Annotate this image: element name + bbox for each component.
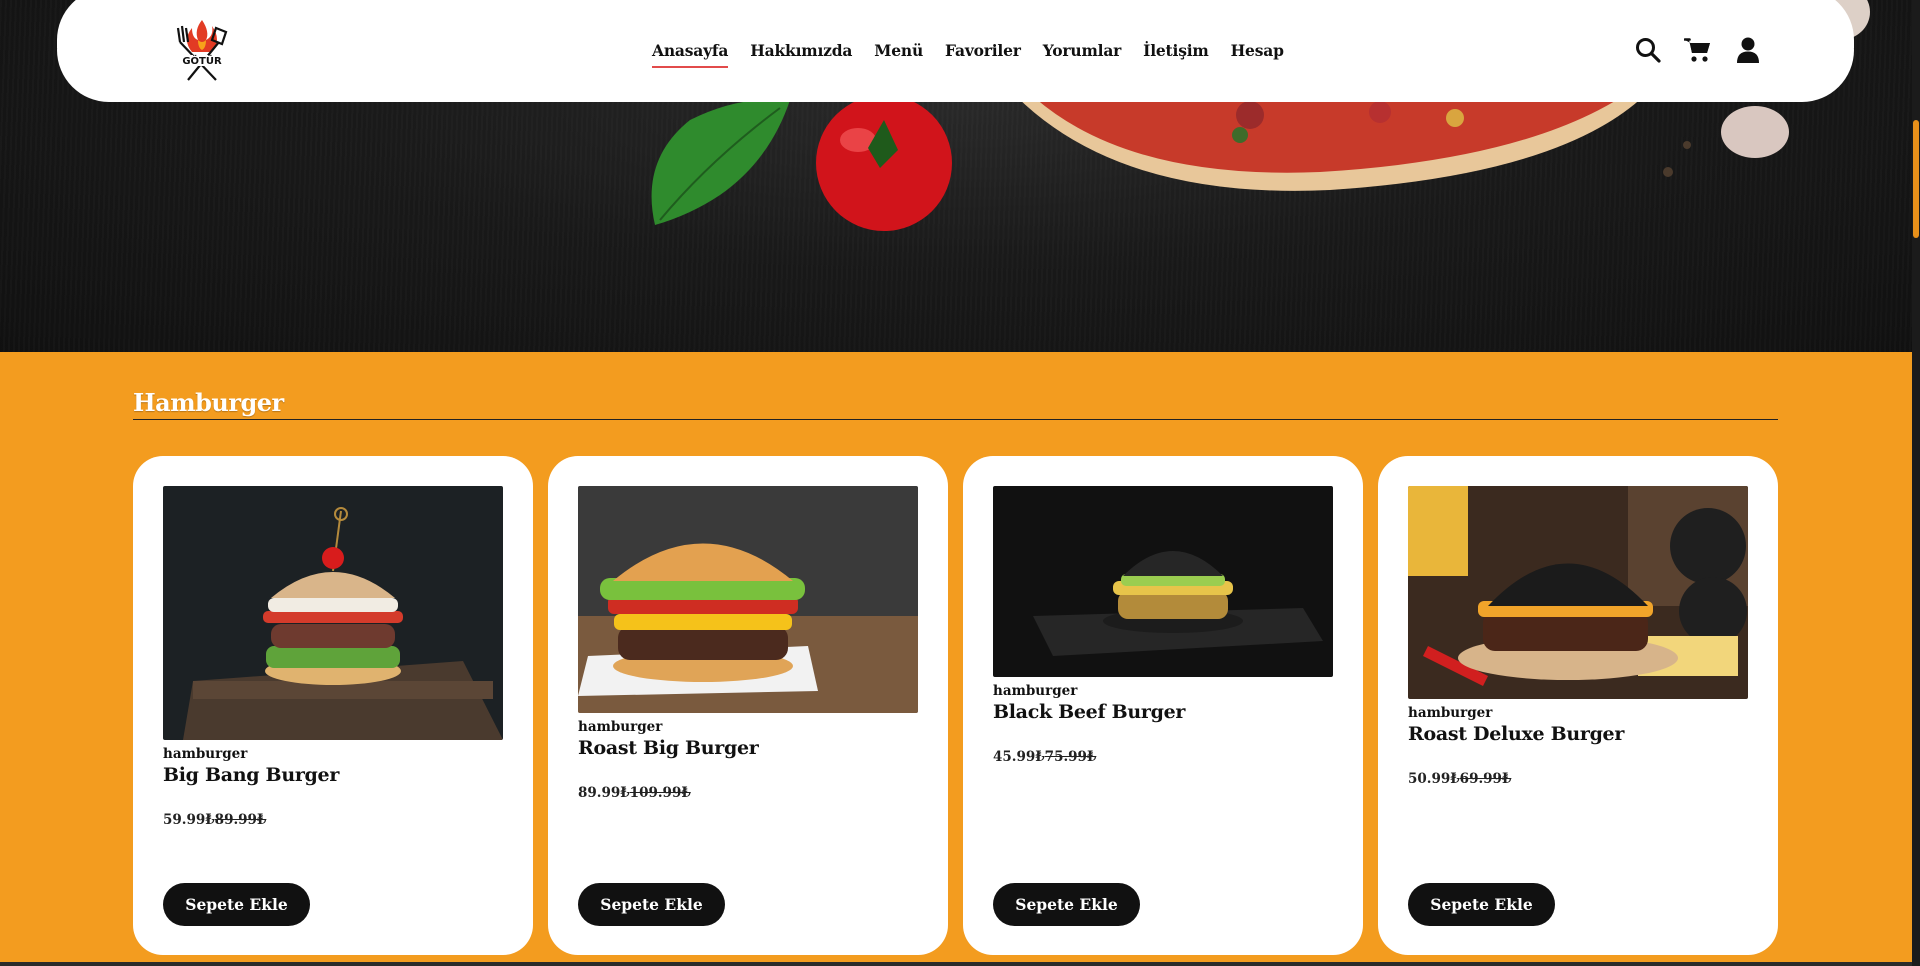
- add-to-cart-button[interactable]: Sepete Ekle: [1408, 883, 1555, 926]
- product-grid: hamburger Big Bang Burger 59.99₺89.99₺ S…: [133, 456, 1778, 955]
- add-to-cart-button[interactable]: Sepete Ekle: [163, 883, 310, 926]
- nav-link-yorumlar[interactable]: Yorumlar: [1043, 35, 1122, 66]
- scrollbar-thumb[interactable]: [1913, 120, 1919, 238]
- nav-link-iletisim[interactable]: İletişim: [1143, 35, 1209, 66]
- current-price: 45.99₺: [993, 749, 1045, 765]
- product-name[interactable]: Black Beef Burger: [993, 701, 1333, 723]
- old-price: 89.99₺: [214, 812, 267, 828]
- old-price: 75.99₺: [1044, 749, 1097, 765]
- nav-link-menu[interactable]: Menü: [874, 35, 923, 66]
- user-icon[interactable]: [1734, 36, 1762, 64]
- product-category: hamburger: [578, 719, 663, 735]
- nav-link-hesap[interactable]: Hesap: [1231, 35, 1284, 66]
- add-to-cart-button[interactable]: Sepete Ekle: [993, 883, 1140, 926]
- product-card: hamburger Roast Big Burger 89.99₺109.99₺…: [548, 456, 948, 955]
- nav-link-favoriler[interactable]: Favoriler: [945, 35, 1021, 66]
- bottom-edge: [0, 962, 1912, 966]
- cart-icon[interactable]: [1684, 36, 1712, 64]
- nav-link-hakkimizda[interactable]: Hakkımızda: [750, 35, 852, 66]
- section-title: Hamburger: [133, 388, 284, 417]
- add-to-cart-button[interactable]: Sepete Ekle: [578, 883, 725, 926]
- product-card: hamburger Roast Deluxe Burger 50.99₺69.9…: [1378, 456, 1778, 955]
- product-price: 50.99₺69.99₺: [1408, 771, 1748, 787]
- product-image-roast-deluxe-burger: [1408, 486, 1748, 699]
- current-price: 59.99₺: [163, 812, 215, 828]
- current-price: 89.99₺: [578, 785, 630, 801]
- old-price: 69.99₺: [1459, 771, 1512, 787]
- product-category: hamburger: [993, 683, 1078, 699]
- product-price: 59.99₺89.99₺: [163, 812, 503, 828]
- logo-text: GÖTÜR: [182, 53, 222, 67]
- product-card: hamburger Black Beef Burger 45.99₺75.99₺…: [963, 456, 1363, 955]
- product-image-black-beef-burger: [993, 486, 1333, 677]
- nav-links: Anasayfa Hakkımızda Menü Favoriler Yorum…: [652, 0, 1284, 102]
- product-name[interactable]: Big Bang Burger: [163, 764, 503, 786]
- nav-icons: [1634, 36, 1762, 64]
- section-divider: [133, 419, 1778, 420]
- main-navbar: GÖTÜR Anasayfa Hakkımızda Menü Favoriler…: [57, 0, 1854, 102]
- product-category: hamburger: [1408, 705, 1493, 721]
- product-card: hamburger Big Bang Burger 59.99₺89.99₺ S…: [133, 456, 533, 955]
- product-price: 45.99₺75.99₺: [993, 749, 1333, 765]
- old-price: 109.99₺: [629, 785, 691, 801]
- product-name[interactable]: Roast Big Burger: [578, 737, 918, 759]
- gotur-logo[interactable]: GÖTÜR: [172, 18, 232, 82]
- current-price: 50.99₺: [1408, 771, 1460, 787]
- product-name[interactable]: Roast Deluxe Burger: [1408, 723, 1748, 745]
- product-image-roast-big-burger: [578, 486, 918, 713]
- product-category: hamburger: [163, 746, 248, 762]
- search-icon[interactable]: [1634, 36, 1662, 64]
- nav-link-anasayfa[interactable]: Anasayfa: [652, 35, 729, 68]
- product-price: 89.99₺109.99₺: [578, 785, 918, 801]
- product-image-big-bang-burger: [163, 486, 503, 740]
